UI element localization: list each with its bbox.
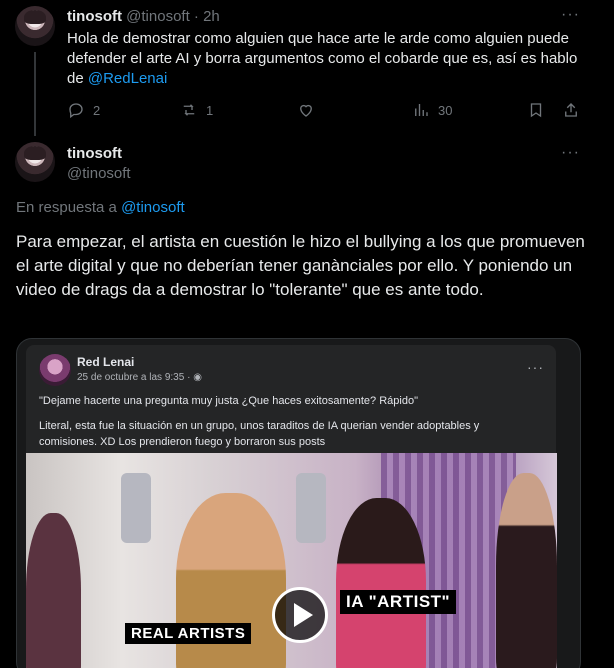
separator-dot: ·	[193, 8, 199, 25]
more-options-icon[interactable]: ···	[561, 144, 580, 162]
reply-button[interactable]: 2	[67, 100, 100, 120]
reply-icon	[69, 103, 83, 119]
video-figure	[336, 498, 426, 668]
repost-button[interactable]: 1	[180, 100, 213, 120]
reply-context: En respuesta a @tinosoft	[16, 199, 185, 216]
bookmark-icon	[530, 103, 542, 118]
views-button[interactable]: 30	[412, 100, 452, 120]
views-icon	[415, 104, 428, 116]
share-icon	[565, 103, 577, 117]
video-lamp	[296, 473, 326, 543]
views-count: 30	[438, 102, 453, 118]
thread-connector	[34, 52, 36, 136]
share-button[interactable]	[562, 100, 580, 120]
more-options-icon[interactable]: ···	[561, 6, 580, 24]
author-handle[interactable]: @tinosoft	[67, 165, 131, 182]
video-figure	[26, 513, 81, 668]
video-lamp	[121, 473, 151, 543]
author-handle[interactable]: @tinosoft	[126, 8, 190, 25]
video-caption-left: REAL ARTISTS	[125, 623, 252, 644]
video-figure	[496, 473, 557, 668]
fb-post-date: 25 de octubre a las 9:35 · ◉	[77, 372, 202, 383]
fb-date-text: 25 de octubre a las 9:35 ·	[77, 372, 191, 383]
reply-mention-link[interactable]: @tinosoft	[121, 199, 185, 216]
reply-prefix: En respuesta a	[16, 199, 122, 216]
tweet-text: Para empezar, el artista en cuestión le …	[16, 232, 585, 299]
fb-more-icon: ···	[527, 359, 544, 375]
video-player[interactable]: REAL ARTISTS IA "ARTIST"	[26, 453, 557, 668]
media-card[interactable]: Red Lenai 25 de octubre a las 9:35 · ◉ ·…	[16, 338, 581, 668]
repost-count: 1	[206, 102, 214, 118]
globe-icon: ◉	[193, 372, 202, 383]
play-icon[interactable]	[272, 587, 328, 643]
tweet-focused-header: tinosoft @tinosoft ···	[0, 138, 614, 188]
author-display-name[interactable]: tinosoft	[67, 145, 122, 162]
tweet-text: Hola de demostrar como alguien que hace …	[67, 29, 597, 89]
tweet-timestamp[interactable]: 2h	[203, 8, 220, 25]
video-caption-right: IA "ARTIST"	[340, 590, 457, 614]
tweet-author-row: tinosoft @tinosoft · 2h	[67, 8, 220, 25]
avatar[interactable]	[15, 6, 55, 46]
like-button[interactable]	[297, 100, 315, 120]
avatar[interactable]	[15, 142, 55, 182]
like-icon	[300, 104, 312, 117]
avatar	[39, 354, 71, 386]
bookmark-button[interactable]	[527, 100, 545, 120]
reply-count: 2	[93, 102, 101, 118]
tweet-parent[interactable]: tinosoft @tinosoft · 2h ··· Hola de demo…	[0, 0, 614, 136]
repost-icon	[183, 104, 195, 116]
tweet-actions: 2 1 30	[67, 100, 587, 120]
author-display-name[interactable]: tinosoft	[67, 8, 122, 25]
facebook-screenshot: Red Lenai 25 de octubre a las 9:35 · ◉ ·…	[26, 345, 556, 465]
fb-body-text: Literal, esta fue la situación en un gru…	[39, 420, 480, 448]
mention-link[interactable]: @RedLenai	[88, 70, 167, 87]
fb-author-name: Red Lenai	[77, 355, 135, 369]
fb-quote-text: "Dejame hacerte una pregunta muy justa ¿…	[39, 395, 418, 407]
